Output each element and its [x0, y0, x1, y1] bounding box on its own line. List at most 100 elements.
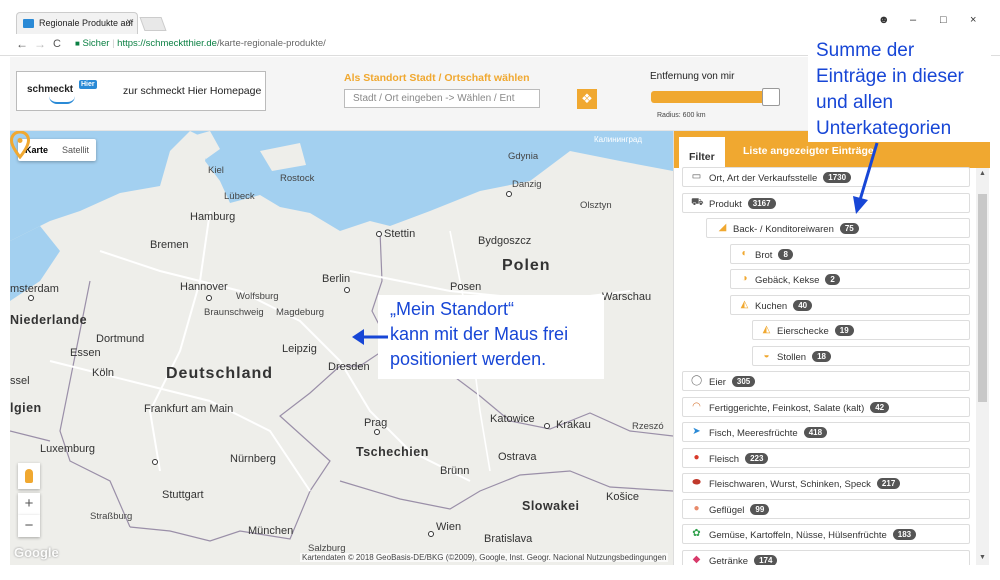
filter-row[interactable]: ● Fleisch 223 [682, 447, 970, 468]
filter-row-label: Produkt 3167 [709, 197, 776, 210]
filter-row[interactable]: ⛟ Produkt 3167 [682, 192, 970, 213]
filter-label-text: Produkt [709, 198, 742, 210]
browser-tab[interactable]: Regionale Produkte auf × [16, 12, 138, 34]
filter-row[interactable]: ◭ Kuchen 40 [730, 294, 970, 315]
count-badge: 8 [778, 248, 793, 260]
my-location-marker[interactable] [10, 131, 30, 159]
city-label: Lübeck [224, 191, 255, 202]
window-close-button[interactable]: × [970, 14, 976, 26]
locate-me-button[interactable]: ❖ [577, 89, 597, 109]
city-label: Nürnberg [230, 453, 276, 465]
filter-row-label: Getränke 174 [709, 554, 778, 565]
map-annotation-text: „Mein Standort“ kann mit der Maus frei p… [390, 297, 568, 372]
logo-text: schmeckt [27, 84, 74, 95]
city-dot [344, 287, 350, 293]
filter-row[interactable]: ▭ Ort, Art der Verkaufsstelle 1730 [682, 167, 970, 187]
back-button[interactable]: ← [16, 37, 28, 51]
scroll-up-icon[interactable]: ▲ [979, 170, 986, 177]
count-badge: 3167 [747, 197, 776, 209]
filter-label-text: Eierschecke [777, 326, 829, 337]
lock-icon: ■ [75, 39, 80, 48]
tab-entry-list[interactable]: Liste angezeigter Einträge [743, 145, 874, 157]
poultry-icon: ● [693, 502, 700, 514]
meat-icon: ● [693, 451, 700, 463]
annotation-line: Unterkategorien [816, 118, 952, 139]
filter-row[interactable]: ◭ Eierschecke 19 [752, 320, 970, 340]
secure-label: Sicher [82, 38, 110, 49]
minimize-button[interactable]: – [910, 14, 916, 26]
count-badge: 75 [839, 223, 859, 234]
annotation-line: kann mit der Maus frei [390, 324, 569, 344]
filter-row[interactable]: ◆ Getränke 174 [682, 549, 970, 565]
country-label: lgien [10, 401, 42, 415]
zoom-in-button[interactable]: + [18, 493, 40, 515]
filter-row[interactable]: ◒ Stollen 18 [752, 345, 970, 366]
crosshair-icon: ❖ [581, 91, 593, 106]
scrollbar-thumb[interactable] [978, 194, 987, 402]
map-type-satellite-button[interactable]: Satellit [55, 139, 96, 161]
city-label: Wien [436, 521, 462, 533]
country-label: Polen [502, 257, 551, 274]
city-label: Krakau [556, 419, 591, 431]
new-tab-button[interactable] [139, 17, 167, 31]
url-path: /karte-regionale-produkte/ [216, 38, 326, 49]
account-icon[interactable]: ☻ [878, 14, 890, 26]
zoom-out-button[interactable]: − [18, 515, 40, 537]
reload-button[interactable]: C [53, 38, 61, 50]
annotation-line: positioniert werden. [390, 349, 547, 369]
pegman-icon [25, 469, 33, 483]
city-dot [376, 231, 382, 237]
filter-row[interactable]: ◐ Brot 8 [730, 243, 970, 264]
filter-row[interactable]: ➤ Fisch, Meeresfrüchte 418 [682, 422, 970, 442]
maximize-button[interactable]: □ [940, 14, 947, 26]
country-label: Slowakei [522, 499, 580, 513]
filter-label-text: Geflügel [709, 504, 745, 516]
browser-window: Regionale Produkte auf × ☻ – □ × ← → C ■… [0, 0, 1000, 580]
forward-button[interactable]: → [34, 37, 46, 51]
cart-icon: ⛟ [691, 196, 704, 208]
annotation-line: und allen [816, 92, 894, 113]
city-label: Hannover [180, 281, 228, 293]
city-label: Luxemburg [40, 443, 96, 455]
sausage-icon: ⬬ [692, 477, 701, 488]
city-label: Brünn [440, 465, 470, 477]
count-badge: 18 [812, 350, 831, 362]
filter-label-text: Fisch, Meeresfrüchte [709, 428, 798, 439]
location-input[interactable]: Stadt / Ort eingeben -> Wählen / Ent [344, 89, 540, 108]
count-badge: 40 [793, 299, 813, 311]
filter-row[interactable]: ● Geflügel 99 [682, 498, 970, 519]
distance-slider-track[interactable] [651, 91, 777, 103]
city-dot [428, 531, 434, 537]
annotation-line: „Mein Standort“ [390, 299, 515, 319]
filter-row-label: Back- / Konditoreiwaren 75 [733, 223, 859, 235]
filter-row-label: Stollen 18 [777, 350, 831, 363]
filter-row[interactable]: ◢ Back- / Konditoreiwaren 75 [706, 218, 970, 238]
city-label: Dortmund [96, 333, 145, 345]
city-dot [544, 423, 550, 429]
distance-slider-handle[interactable] [761, 88, 780, 106]
map-attribution[interactable]: Kartendaten © 2018 GeoBasis-DE/BKG (©200… [300, 553, 669, 562]
filter-label-text: Gemüse, Kartoffeln, Nüsse, Hülsenfrüchte [709, 530, 887, 541]
map[interactable]: Karte Satellit Gdynia Калининград Danzig … [10, 131, 673, 565]
filter-label-text: Gebäck, Kekse [755, 275, 820, 286]
home-link-button[interactable]: schmeckt Hier zur schmeckt Hier Homepage [16, 71, 266, 111]
filter-row[interactable]: ◠ Fertiggerichte, Feinkost, Salate (kalt)… [682, 396, 970, 417]
filter-row[interactable]: ◯ Eier 305 [682, 371, 970, 391]
filter-row[interactable]: ✿ Gemüse, Kartoffeln, Nüsse, Hülsenfrücht… [682, 524, 970, 544]
sidebar-scrollbar[interactable]: ▲ ▼ [976, 168, 989, 565]
filter-row[interactable]: ◑ Gebäck, Kekse 2 [730, 269, 970, 289]
address-bar[interactable]: ■ Sicher | https://schmecktthier.de/kart… [75, 36, 815, 53]
filter-row-label: Fleisch 223 [709, 452, 769, 465]
tab-close-icon[interactable]: × [126, 17, 132, 28]
filter-label-text: Ort, Art der Verkaufsstelle [709, 173, 818, 184]
filter-label-text: Stollen [777, 351, 807, 363]
filter-row[interactable]: ⬬ Fleischwaren, Wurst, Schinken, Speck 217 [682, 473, 970, 493]
street-view-pegman[interactable] [18, 463, 40, 489]
scroll-down-icon[interactable]: ▼ [979, 554, 986, 561]
annotation-line: Einträge in dieser [816, 66, 964, 87]
tab-bar: Regionale Produkte auf × ☻ – □ × [0, 0, 1000, 34]
tab-filter[interactable]: Filter [679, 137, 725, 168]
city-label: Berlin [322, 273, 351, 285]
count-badge: 42 [870, 401, 890, 413]
country-label: Tschechien [356, 445, 429, 459]
